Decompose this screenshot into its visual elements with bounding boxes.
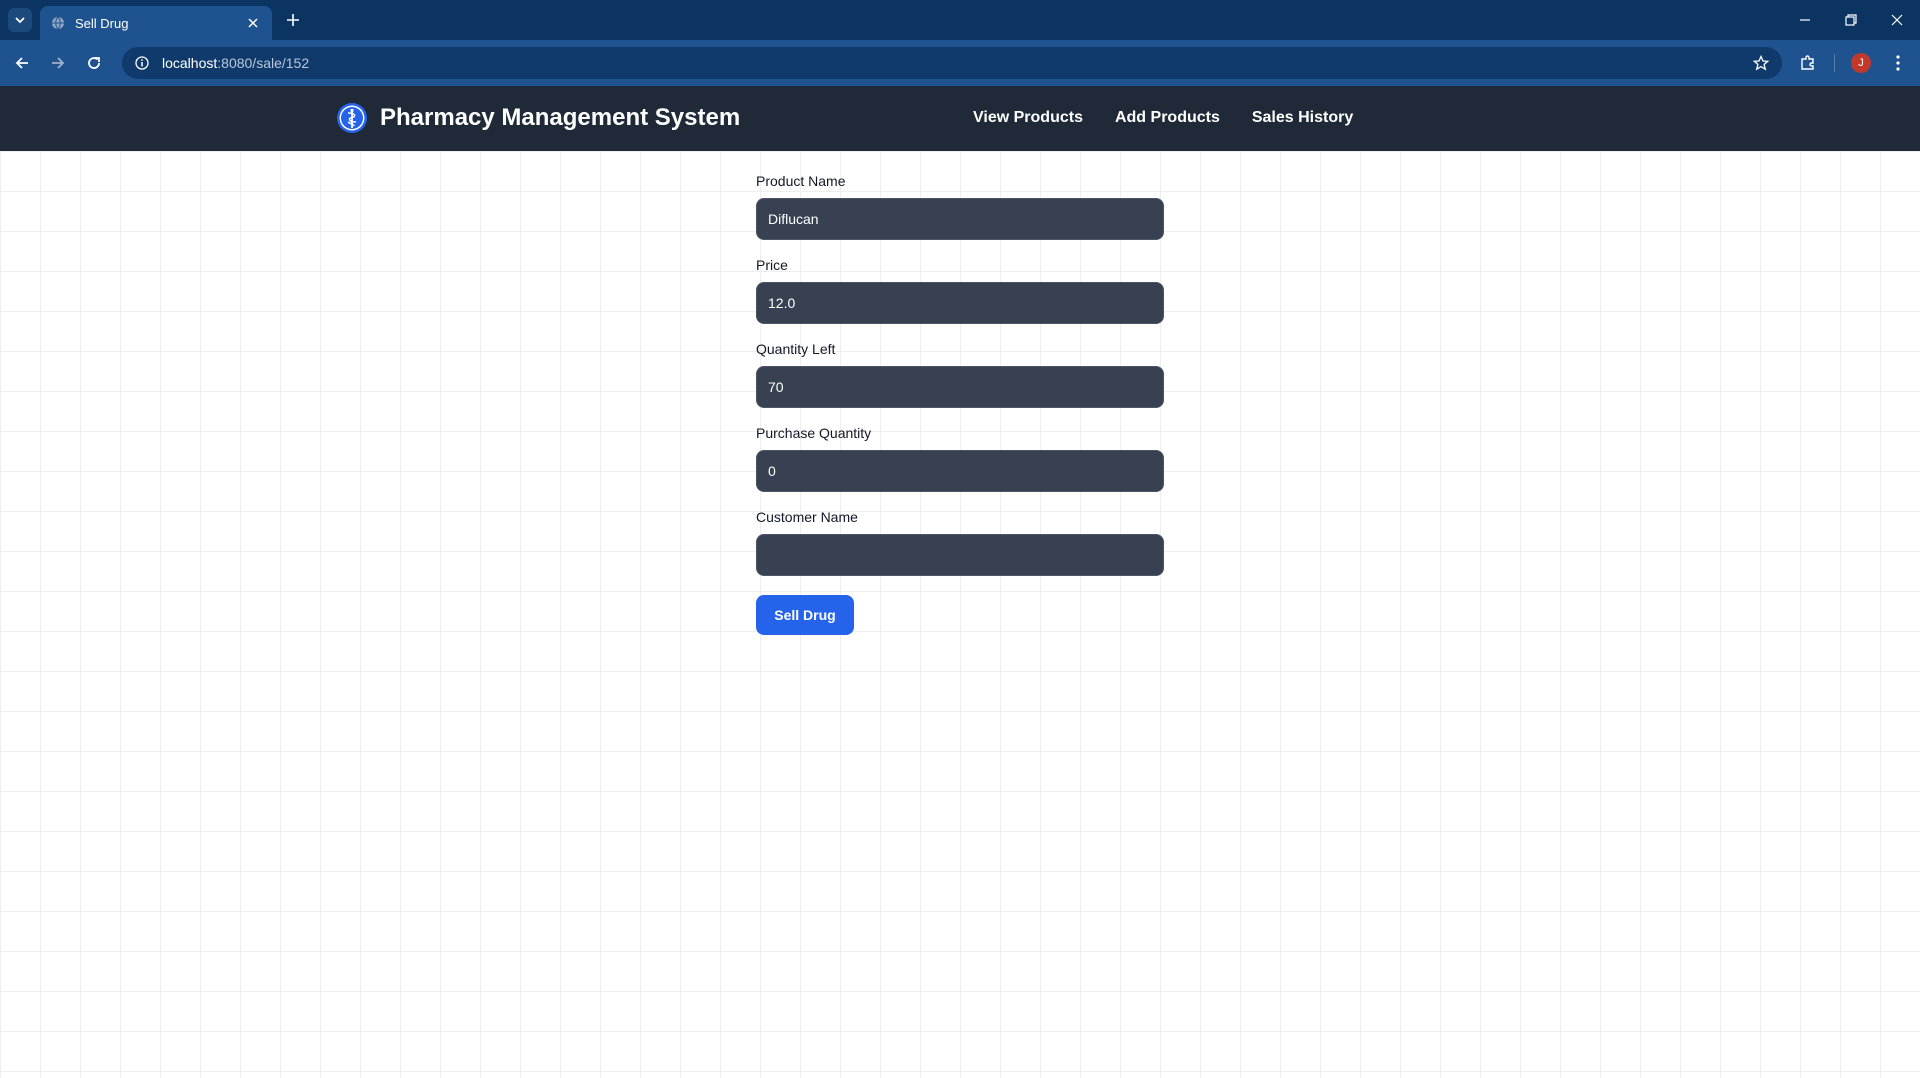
product-name-group: Product Name (756, 173, 1164, 240)
price-group: Price (756, 257, 1164, 324)
app-header: Pharmacy Management System View Products… (0, 86, 1920, 151)
product-name-label: Product Name (756, 173, 846, 189)
close-tab-icon[interactable] (244, 14, 262, 32)
price-label: Price (756, 257, 788, 273)
caduceus-logo-icon (337, 103, 367, 133)
minimize-icon[interactable] (1785, 6, 1825, 34)
nav-add-products[interactable]: Add Products (1115, 109, 1220, 127)
url-host: localhost (162, 55, 218, 71)
reload-icon[interactable] (82, 51, 106, 75)
site-info-icon[interactable] (134, 55, 150, 71)
nav-sales-history[interactable]: Sales History (1252, 109, 1353, 127)
toolbar-divider (1834, 54, 1835, 72)
customer-name-group: Customer Name (756, 509, 1164, 576)
quantity-left-group: Quantity Left (756, 341, 1164, 408)
new-tab-icon[interactable] (282, 9, 304, 31)
extensions-puzzle-icon[interactable] (1796, 51, 1820, 75)
close-window-icon[interactable] (1877, 6, 1917, 34)
sell-drug-form: Product Name Price Quantity Left Purchas… (756, 173, 1164, 635)
app-title: Pharmacy Management System (380, 104, 741, 131)
price-input[interactable] (756, 282, 1164, 324)
tab-search-button[interactable] (8, 8, 32, 32)
nav-view-products[interactable]: View Products (973, 109, 1083, 127)
globe-icon (50, 15, 66, 31)
bookmark-star-icon[interactable] (1752, 54, 1770, 72)
browser-tab-active[interactable]: Sell Drug (40, 6, 272, 40)
purchase-quantity-group: Purchase Quantity (756, 425, 1164, 492)
quantity-left-input[interactable] (756, 366, 1164, 408)
forward-arrow-icon[interactable] (46, 51, 70, 75)
browser-tab-bar: Sell Drug (0, 0, 1920, 40)
back-arrow-icon[interactable] (10, 51, 34, 75)
chevron-down-icon (15, 17, 25, 24)
product-name-input[interactable] (756, 198, 1164, 240)
restore-icon[interactable] (1831, 6, 1871, 34)
main-nav: View Products Add Products Sales History (973, 109, 1353, 127)
main-content: Product Name Price Quantity Left Purchas… (0, 151, 1920, 1078)
sell-drug-button[interactable]: Sell Drug (756, 595, 854, 635)
url-path: :8080/sale/152 (217, 55, 310, 71)
address-bar[interactable]: localhost:8080/sale/152 (122, 47, 1782, 79)
customer-name-label: Customer Name (756, 509, 858, 525)
avatar: J (1851, 53, 1871, 73)
customer-name-input[interactable] (756, 534, 1164, 576)
purchase-quantity-label: Purchase Quantity (756, 425, 872, 441)
purchase-quantity-input[interactable] (756, 450, 1164, 492)
brand[interactable]: Pharmacy Management System (336, 102, 740, 134)
tab-title: Sell Drug (75, 15, 129, 31)
browser-toolbar: localhost:8080/sale/152 J (0, 40, 1920, 86)
quantity-left-label: Quantity Left (756, 341, 836, 357)
profile-button[interactable]: J (1849, 51, 1873, 75)
more-menu-icon[interactable] (1886, 51, 1910, 75)
